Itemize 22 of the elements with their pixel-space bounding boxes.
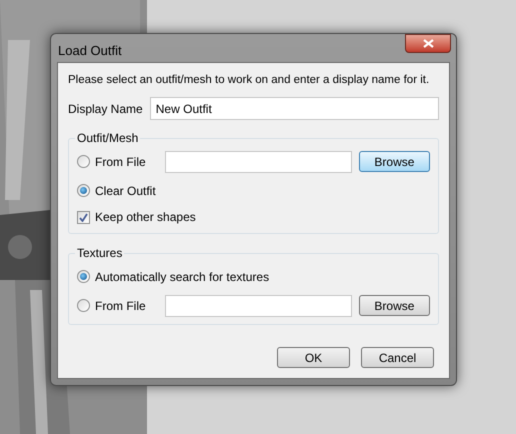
field-label: Display Name xyxy=(68,100,144,118)
dialog-button[interactable]: Cancel xyxy=(361,347,434,368)
radio-button[interactable] xyxy=(77,270,90,284)
close-icon xyxy=(422,39,434,48)
browse-button[interactable]: Browse xyxy=(358,151,430,172)
display-name-field[interactable]: New Outfit xyxy=(150,97,439,120)
instruction-text: Please select an outfit/mesh to work on and enter a display name for it. xyxy=(68,73,430,88)
browse-button[interactable]: Browse xyxy=(358,295,430,316)
radio-button[interactable] xyxy=(77,184,90,198)
checkbox-label: Keep other shapes xyxy=(95,209,196,226)
radio-label: From File xyxy=(95,298,146,315)
file-path-field[interactable] xyxy=(164,150,352,173)
window-title: Load Outfit xyxy=(58,42,122,60)
dialog-button[interactable]: OK xyxy=(277,347,350,368)
checkbox[interactable] xyxy=(77,210,90,224)
close-button[interactable] xyxy=(405,34,451,53)
radio-label: Automatically search for textures xyxy=(95,268,270,286)
radio-button[interactable] xyxy=(77,155,90,168)
radio-label: From File xyxy=(95,154,146,171)
radio-button[interactable] xyxy=(77,299,90,312)
radio-label: Clear Outfit xyxy=(95,182,156,200)
file-path-field[interactable] xyxy=(164,294,352,317)
